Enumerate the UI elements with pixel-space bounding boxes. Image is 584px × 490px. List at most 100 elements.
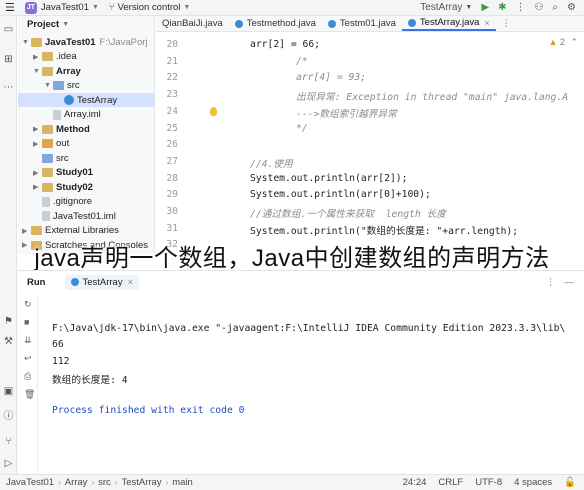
user-icon[interactable]: ⚇: [534, 2, 543, 13]
more-icon[interactable]: ⋮: [515, 2, 525, 13]
close-icon[interactable]: ×: [128, 277, 134, 288]
indent-setting[interactable]: 4 spaces: [514, 477, 552, 488]
main-menu-icon[interactable]: ☰: [5, 1, 15, 14]
tree-item[interactable]: ▼ Array: [18, 64, 154, 78]
problems-icon[interactable]: ⓘ: [3, 411, 14, 422]
chevron-down-icon[interactable]: ▼: [33, 68, 42, 75]
line-number: 30: [166, 206, 178, 217]
tree-item-label: TestArray: [77, 94, 118, 106]
run-tab-testarray[interactable]: TestArray ×: [65, 274, 140, 290]
chevron-right-icon[interactable]: ▶: [33, 169, 42, 177]
tree-item[interactable]: ▶ Study02: [18, 180, 154, 194]
editor-tab[interactable]: TestArray.java ×: [401, 16, 496, 31]
chevron-right-icon[interactable]: ▶: [33, 140, 42, 148]
editor-tab[interactable]: Testm01.java: [322, 16, 402, 31]
delete-icon[interactable]: 🗑: [24, 389, 35, 400]
project-panel-header[interactable]: Project ▼: [18, 16, 154, 33]
chevron-right-icon: ›: [165, 478, 169, 487]
rerun-icon[interactable]: ↻: [24, 299, 32, 310]
breadcrumb-item[interactable]: TestArray: [121, 477, 161, 488]
tree-item-label: Study01: [56, 167, 93, 178]
line-number: 21: [166, 55, 178, 67]
chevron-right-icon[interactable]: ▶: [33, 183, 42, 191]
chevron-right-icon: ›: [58, 478, 61, 487]
chevron-down-icon[interactable]: ▼: [22, 39, 31, 46]
console-line: F:\Java\jdk-17\bin\java.exe "-javaagent:…: [52, 323, 566, 334]
tree-item[interactable]: src: [18, 151, 154, 165]
terminal-icon[interactable]: ▣: [3, 386, 14, 397]
project-switcher[interactable]: JT JavaTest01 ▼: [24, 1, 99, 14]
editor-tab[interactable]: QianBaiJi.java: [156, 16, 229, 31]
print-icon[interactable]: ⎙: [24, 371, 31, 382]
more-icon: ⋮: [501, 18, 512, 29]
status-right: 24:24 CRLF UTF-8 4 spaces 🔓: [403, 477, 584, 488]
more-tools-icon[interactable]: ⋯: [3, 82, 14, 93]
tree-item[interactable]: ▼ JavaTest01 F:\JavaPorj: [18, 35, 154, 49]
file-icon: [53, 109, 61, 120]
run-config-label: TestArray: [420, 2, 463, 13]
code-editor[interactable]: 20 21 22 23 24 25 26 27 28 29 30 31 32 arr[2] = 66; /…: [156, 33, 584, 254]
cursor-position[interactable]: 24:24: [403, 477, 427, 488]
tree-item[interactable]: ▶ out: [18, 137, 154, 151]
folder-icon[interactable]: ▭: [3, 24, 14, 35]
run-panel: Run TestArray × ⋮ — ↻ ■ ⇊ ↩ ⎙ 🗑 F:\Java\…: [18, 270, 584, 475]
search-icon[interactable]: ⌕: [552, 2, 558, 13]
chevron-up-icon: ⌃: [570, 37, 578, 47]
code-line: System.out.println(arr[0]+100);: [250, 189, 431, 201]
breadcrumb-item[interactable]: Array: [65, 477, 88, 488]
stop-icon[interactable]: ■: [24, 317, 29, 327]
tab-label: QianBaiJi.java: [162, 18, 223, 29]
line-number: 23: [166, 89, 178, 101]
editor-tab[interactable]: Testmethod.java: [229, 16, 322, 31]
folder-icon: [42, 66, 53, 76]
more-icon[interactable]: ⋮: [546, 277, 556, 288]
run-panel-title: Run: [27, 276, 46, 288]
services-icon[interactable]: ▷: [3, 458, 14, 469]
line-number: 20: [166, 39, 178, 50]
project-panel-title: Project: [27, 19, 60, 30]
tree-item-label: out: [56, 138, 70, 149]
tree-item[interactable]: ▶ .idea: [18, 50, 154, 64]
close-icon[interactable]: ×: [484, 18, 489, 28]
file-encoding[interactable]: UTF-8: [475, 477, 502, 488]
settings-icon[interactable]: ⚙: [567, 2, 576, 13]
tree-item-label: src: [67, 80, 80, 91]
inspection-widget[interactable]: ▲ 2 ⌃: [548, 37, 578, 48]
soft-wrap-icon[interactable]: ↩: [24, 353, 32, 364]
tree-item[interactable]: ▼ src: [18, 79, 154, 93]
vcs-widget[interactable]: ⑂ Version control ▼: [109, 2, 190, 13]
git-icon[interactable]: ⑂: [3, 436, 14, 447]
run-icon[interactable]: ▶: [481, 2, 489, 13]
tree-item-label: Array: [56, 65, 81, 77]
minimize-icon[interactable]: —: [565, 277, 575, 288]
tree-item[interactable]: ▶ Study01: [18, 166, 154, 180]
chevron-down-icon: ▼: [183, 4, 191, 11]
title-toolbar: TestArray ▼ ▶ ✱ ⋮ ⚇ ⌕ ⚙: [420, 2, 584, 13]
structure-icon[interactable]: ⊞: [3, 54, 14, 65]
chevron-right-icon[interactable]: ▶: [33, 53, 42, 61]
breadcrumb-item[interactable]: src: [98, 477, 111, 488]
lightbulb-icon[interactable]: [210, 107, 217, 116]
tabs-overflow[interactable]: ⋮: [496, 16, 518, 31]
debug-icon[interactable]: ✱: [498, 2, 506, 13]
status-bar: JavaTest01 › Array › src › TestArray › main 24:2…: [0, 474, 584, 490]
tree-item[interactable]: JavaTest01.iml: [18, 209, 154, 223]
build-icon[interactable]: ⚒: [3, 336, 14, 347]
chevron-right-icon[interactable]: ▶: [33, 125, 42, 133]
tree-item[interactable]: ▶ Method: [18, 122, 154, 136]
tree-item[interactable]: Array.iml: [18, 108, 154, 122]
tree-item[interactable]: TestArray: [18, 93, 154, 107]
run-config-selector[interactable]: TestArray ▼: [420, 2, 472, 13]
lock-icon[interactable]: 🔓: [564, 477, 576, 488]
code-line: arr[2] = 66;: [250, 39, 320, 50]
run-tool-icon[interactable]: ⚑: [3, 316, 14, 327]
chevron-down-icon[interactable]: ▼: [44, 82, 53, 89]
line-separator[interactable]: CRLF: [438, 477, 463, 488]
scroll-to-end-icon[interactable]: ⇊: [24, 335, 32, 346]
project-name: JavaTest01: [40, 2, 89, 13]
folder-icon: [42, 153, 53, 163]
console-line: 数组的长度是: 4: [52, 374, 128, 386]
breadcrumb-item[interactable]: JavaTest01: [6, 477, 54, 488]
tree-item[interactable]: .gitignore: [18, 195, 154, 209]
breadcrumb-item[interactable]: main: [172, 477, 193, 488]
